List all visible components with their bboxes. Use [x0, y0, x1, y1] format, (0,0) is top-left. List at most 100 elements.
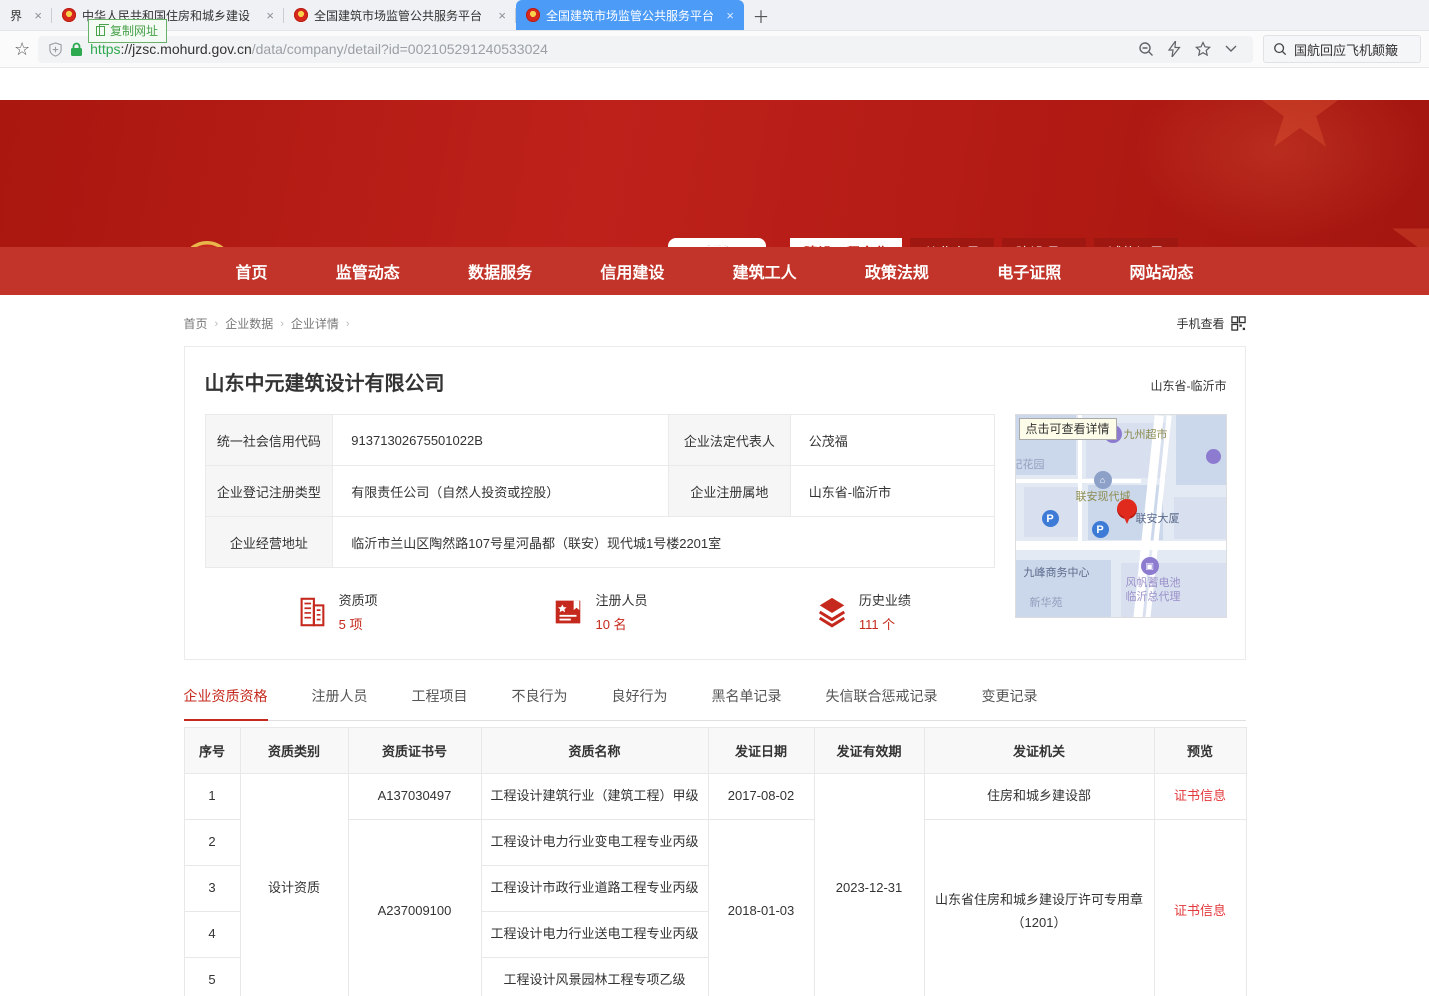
- url-text[interactable]: https://jzsc.mohurd.gov.cn/data/company/…: [90, 41, 1131, 57]
- cell-seq: 1: [184, 774, 240, 820]
- breadcrumb-row: 首页› 企业数据› 企业详情› 手机查看: [184, 315, 1246, 332]
- copy-url-tooltip: 复制网址: [88, 19, 167, 43]
- breadcrumb-home[interactable]: 首页: [184, 315, 208, 332]
- col-preview: 预览: [1154, 728, 1246, 774]
- nav-item-site-news[interactable]: 网站动态: [1129, 259, 1193, 283]
- company-location-map[interactable]: ▣ 九州超市 纪花园 ⌂ 联安现代城 P P 联安大厦 九峰商务中心 ▣ 风帆蓄…: [1015, 414, 1227, 618]
- qualification-table: 序号 资质类别 资质证书号 资质名称 发证日期 发证有效期 发证机关 预览 1 …: [184, 727, 1247, 996]
- nav-item-data-service[interactable]: 数据服务: [468, 259, 532, 283]
- tab-close-icon[interactable]: ×: [498, 8, 506, 23]
- detail-section-tabs: 企业资质资格 注册人员 工程项目 不良行为 良好行为 黑名单记录 失信联合惩戒记…: [184, 686, 1246, 721]
- credit-code-value: 91371302675501022B: [333, 415, 669, 466]
- breadcrumb-company-detail[interactable]: 企业详情: [291, 315, 339, 332]
- company-name: 山东中元建筑设计有限公司: [205, 367, 445, 396]
- tab-good-behavior[interactable]: 良好行为: [612, 686, 668, 720]
- tab-title: 全国建筑市场监管公共服务平台: [314, 7, 492, 24]
- map-label-xinhuayuan: 新华苑: [1030, 597, 1063, 611]
- col-cert-no: 资质证书号: [348, 728, 481, 774]
- new-tab-button[interactable]: ＋: [744, 0, 778, 30]
- shield-plus-icon[interactable]: [48, 42, 63, 57]
- cell-category: 设计资质: [240, 774, 348, 996]
- cell-cert-no: A137030497: [348, 774, 481, 820]
- browser-tab-strip: 界 × ★ 中华人民共和国住房和城乡建设 × ★ 全国建筑市场监管公共服务平台 …: [0, 0, 1429, 31]
- search-tab-enterprise[interactable]: 建设工程企业: [790, 238, 902, 247]
- tab-qualifications[interactable]: 企业资质资格: [184, 686, 268, 721]
- bookmark-star-icon[interactable]: ☆: [14, 39, 30, 60]
- reg-place-value: 山东省-临沂市: [790, 466, 994, 517]
- browser-tab-mohurd[interactable]: ★ 中华人民共和国住房和城乡建设 ×: [52, 0, 284, 30]
- col-issue-date: 发证日期: [708, 728, 814, 774]
- browser-tab-partial[interactable]: 界 ×: [0, 0, 52, 30]
- favorite-star-icon[interactable]: [1195, 41, 1211, 57]
- cell-cert-no: A237009100: [348, 820, 481, 996]
- company-location-pin-icon: [1117, 499, 1137, 525]
- tab-registered-personnel[interactable]: 注册人员: [312, 686, 368, 720]
- certificate-icon: [551, 595, 585, 629]
- cell-authority: 住房和城乡建设部: [924, 774, 1154, 820]
- credit-code-label: 统一社会信用代码: [205, 415, 333, 466]
- stat-value: 5 项: [339, 614, 378, 633]
- map-tooltip: 点击可查看详情: [1019, 418, 1117, 440]
- emblem-favicon-icon: ★: [526, 8, 540, 22]
- tab-change-records[interactable]: 变更记录: [982, 686, 1038, 720]
- nav-item-workers[interactable]: 建筑工人: [733, 259, 797, 283]
- legal-rep-value: 公茂福: [790, 415, 994, 466]
- tab-close-icon[interactable]: ×: [266, 8, 274, 23]
- nav-item-credit[interactable]: 信用建设: [600, 259, 664, 283]
- nav-item-e-license[interactable]: 电子证照: [997, 259, 1061, 283]
- col-authority: 发证机关: [924, 728, 1154, 774]
- map-block: [1176, 415, 1227, 485]
- certificate-info-link[interactable]: 证书信息: [1174, 788, 1226, 803]
- browser-tab-jzsc-1[interactable]: ★ 全国建筑市场监管公共服务平台 ×: [284, 0, 516, 30]
- search-tab-personnel[interactable]: 从业人员: [910, 238, 994, 247]
- tab-close-icon[interactable]: ×: [34, 8, 42, 23]
- search-tab-credit[interactable]: 诚信记录: [1094, 238, 1178, 247]
- zoom-out-icon[interactable]: [1138, 41, 1154, 57]
- cell-seq: 5: [184, 958, 240, 996]
- cell-validity: 2023-12-31: [814, 774, 924, 996]
- parking-icon: P: [1042, 510, 1059, 527]
- atm-marker-icon: [1206, 449, 1221, 464]
- table-row: 统一社会信用代码 91371302675501022B 企业法定代表人 公茂福: [205, 415, 994, 466]
- stat-qualifications: 资质项 5 项: [205, 590, 468, 633]
- lightning-icon[interactable]: [1168, 41, 1181, 57]
- url-protocol: https: [90, 41, 120, 57]
- cell-authority: 山东省住房和城乡建设厅许可专用章（1201）: [924, 820, 1154, 996]
- breadcrumb-company-data[interactable]: 企业数据: [225, 315, 273, 332]
- mobile-view-button[interactable]: 手机查看: [1176, 315, 1245, 332]
- tab-close-icon[interactable]: ×: [726, 8, 734, 23]
- tab-blacklist[interactable]: 黑名单记录: [712, 686, 782, 720]
- breadcrumb-separator: ›: [215, 318, 219, 330]
- browser-tab-jzsc-active[interactable]: ★ 全国建筑市场监管公共服务平台 ×: [516, 0, 744, 30]
- nav-item-policy[interactable]: 政策法规: [865, 259, 929, 283]
- stat-label: 历史业绩: [859, 590, 911, 609]
- browser-search-box[interactable]: 国航回应飞机颠簸: [1263, 35, 1421, 63]
- cell-name: 工程设计建筑行业（建筑工程）甲级: [481, 774, 708, 820]
- tab-projects[interactable]: 工程项目: [412, 686, 468, 720]
- col-validity: 发证有效期: [814, 728, 924, 774]
- stat-value: 111 个: [859, 614, 911, 633]
- tab-bad-behavior[interactable]: 不良行为: [512, 686, 568, 720]
- nav-item-supervision[interactable]: 监管动态: [336, 259, 400, 283]
- search-icon: [1273, 42, 1287, 56]
- search-tab-project[interactable]: 建设项目: [1002, 238, 1086, 247]
- table-row: 1 设计资质 A137030497 工程设计建筑行业（建筑工程）甲级 2017-…: [184, 774, 1246, 820]
- emblem-favicon-icon: ★: [294, 8, 308, 22]
- url-field[interactable]: https://jzsc.mohurd.gov.cn/data/company/…: [38, 36, 1253, 63]
- https-lock-icon: [70, 42, 83, 57]
- table-row: 企业经营地址 临沂市兰山区陶然路107号星河晶都（联安）现代城1号楼2201室: [205, 517, 994, 568]
- tab-title: 界: [10, 7, 28, 24]
- stat-registered-personnel: 注册人员 10 名: [468, 590, 731, 633]
- table-header-row: 序号 资质类别 资质证书号 资质名称 发证日期 发证有效期 发证机关 预览: [184, 728, 1246, 774]
- tab-dishonesty-records[interactable]: 失信联合惩戒记录: [826, 686, 938, 720]
- table-row: 企业登记注册类型 有限责任公司（自然人投资或控股） 企业注册属地 山东省-临沂市: [205, 466, 994, 517]
- cell-seq: 4: [184, 912, 240, 958]
- stat-value: 10 名: [595, 614, 647, 633]
- chevron-down-icon[interactable]: [1225, 45, 1237, 53]
- reg-type-value: 有限责任公司（自然人投资或控股）: [333, 466, 669, 517]
- map-label-battery: 风帆蓄电池 临沂总代理: [1126, 577, 1181, 605]
- building-icon: [295, 595, 329, 629]
- certificate-info-link[interactable]: 证书信息: [1174, 903, 1226, 918]
- nav-item-home[interactable]: 首页: [236, 259, 268, 283]
- address-bar-actions: [1138, 41, 1237, 57]
